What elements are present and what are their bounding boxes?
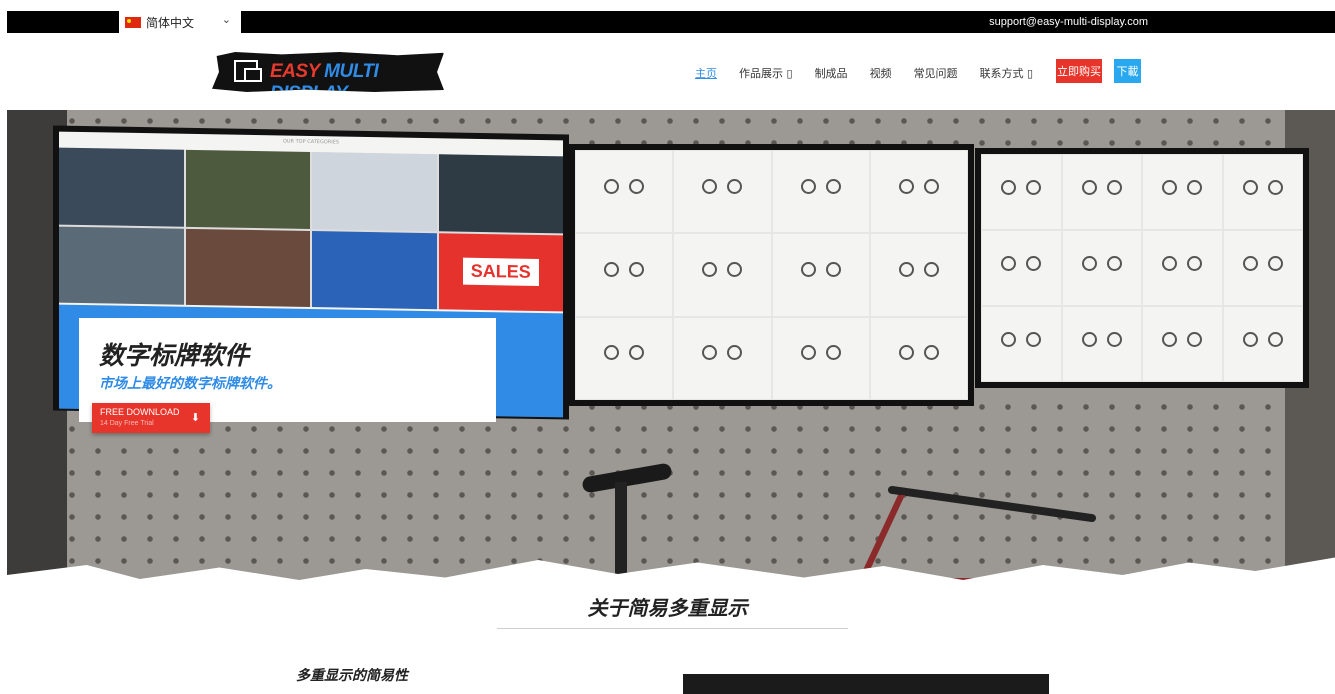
bike-icon [898,340,939,361]
about-subtitle: 多重显示的简易性 [296,668,408,684]
section-divider [497,628,848,629]
bike-icon [1001,251,1042,271]
sales-tile: SALES [438,232,563,312]
bike-icon [604,340,645,361]
bike-icon [1162,327,1203,347]
category-photo [312,230,437,310]
logo-text: EASY MULTI DISPLAY [270,61,379,104]
bike-seat-post [615,482,627,577]
category-photo [59,147,184,227]
free-download-button[interactable]: FREE DOWNLOAD 14 Day Free Trial ⬇ [92,403,210,433]
download-arrow-icon: ⬇ [190,411,200,424]
bike-icon [800,174,841,194]
screen-banner-text: OUR TOP CATEGORIES [282,138,340,146]
site-header: EASY MULTI DISPLAY 主页 作品展示 ▯ 制成品 视频 常见问题… [7,33,1335,110]
bike-product-grid [981,154,1303,382]
category-photo [312,152,437,231]
bike-icon [1242,251,1283,271]
nav-item-products[interactable]: 制成品 [815,65,848,81]
bike-icon [898,174,939,194]
hero-subtitle: 市场上最好的数字标牌软件。 [99,376,281,392]
bike-product-grid [575,150,968,400]
buy-now-button[interactable]: 立即购买 [1056,59,1102,83]
bike-icon [702,257,743,277]
free-download-label: FREE DOWNLOAD [100,407,180,417]
bike-icon [800,340,841,361]
nav-item-portfolio[interactable]: 作品展示 ▯ [739,65,793,81]
bike-icon [1081,175,1122,195]
top-bar: 简体中文 ⌄ support@easy-multi-display.com [7,11,1335,33]
video-player[interactable] [683,674,1049,694]
china-flag-icon [125,16,141,28]
nav-item-faq[interactable]: 常见问题 [914,65,958,81]
about-section-title: 关于简易多重显示 [587,596,748,620]
site-logo[interactable]: EASY MULTI DISPLAY [212,52,444,92]
hero-title: 数字标牌软件 [99,341,250,370]
category-photo-grid: SALES [59,147,563,312]
bike-icon [1001,175,1042,195]
multi-display-icon [234,60,262,82]
category-photo [185,149,310,229]
nav-item-home[interactable]: 主页 [695,65,717,81]
chevron-down-icon: ⌄ [221,13,231,26]
nav-item-videos[interactable]: 视频 [870,65,892,81]
bike-icon [1001,327,1042,347]
download-button[interactable]: 下載 [1114,59,1141,83]
bike-icon [1162,251,1203,271]
free-trial-label: 14 Day Free Trial [100,420,154,427]
display-screen-middle [569,144,974,406]
bike-icon [800,257,841,277]
hero-banner: OUR TOP CATEGORIES SALES 数字标牌软件 市场上最好的数字… [7,110,1335,600]
category-photo [59,226,184,305]
bike-icon [702,174,743,194]
bike-icon [604,174,645,194]
bike-icon [1162,175,1203,195]
screen-content [575,150,968,400]
main-nav: 主页 作品展示 ▯ 制成品 视频 常见问题 联系方式 ▯ [695,63,1055,83]
bike-icon [1081,327,1122,347]
support-email-link[interactable]: support@easy-multi-display.com [989,11,1148,33]
bike-icon [1081,251,1122,271]
bike-icon [1242,327,1283,347]
bike-icon [702,340,743,361]
category-photo [438,154,563,233]
sales-label: SALES [462,257,539,287]
nav-item-contact[interactable]: 联系方式 ▯ [980,65,1034,81]
display-screen-right [975,148,1309,388]
bike-icon [1242,175,1283,195]
language-selector[interactable]: 简体中文 ⌄ [119,11,241,33]
screen-content [981,154,1303,382]
bike-icon [898,257,939,277]
language-label: 简体中文 [146,15,195,30]
bike-icon [604,257,645,277]
category-photo [185,228,310,307]
